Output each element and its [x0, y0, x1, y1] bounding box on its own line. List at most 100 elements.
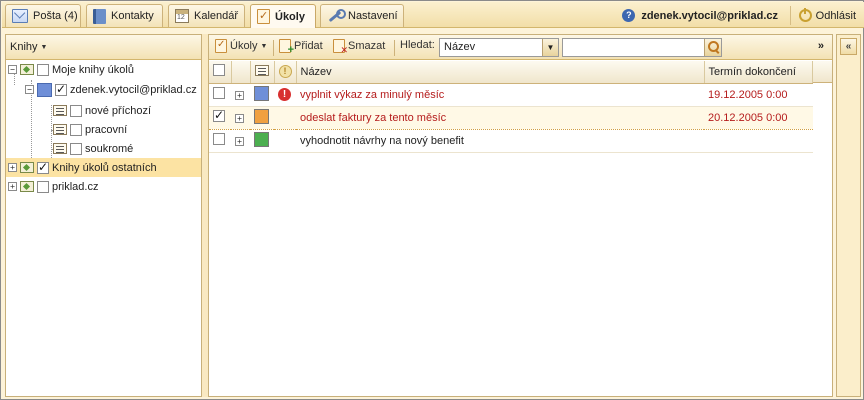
search-label: Hledat:: [400, 39, 435, 51]
tab-contacts-label: Kontakty: [111, 10, 154, 22]
select-all-header[interactable]: [209, 61, 232, 84]
task-due: [704, 129, 813, 153]
tab-settings[interactable]: Nastavení: [320, 4, 404, 27]
divider: [273, 40, 274, 56]
task-list-icon: [53, 124, 67, 135]
tasks-icon: [257, 9, 270, 24]
tree-checkbox[interactable]: [70, 142, 82, 155]
tree-item-label: Knihy úkolů ostatních: [52, 161, 157, 174]
color-swatch: [254, 131, 269, 147]
expand-icon[interactable]: +: [8, 182, 17, 191]
tree-item[interactable]: + priklad.cz: [8, 177, 201, 196]
tree-checkbox[interactable]: [70, 123, 82, 136]
chevron-down-icon: ▼: [260, 42, 268, 50]
row-color-cell: [250, 129, 274, 153]
tree-checkbox[interactable]: [37, 180, 49, 193]
logout-label: Odhlásit: [815, 9, 856, 22]
row-checkbox[interactable]: [213, 87, 225, 99]
task-name[interactable]: vyhodnotit návrhy na nový benefit: [296, 129, 704, 153]
priority-icon: !: [278, 65, 292, 79]
books-menu-label: Knihy: [10, 41, 38, 53]
toolbar-overflow-button[interactable]: »: [818, 40, 824, 52]
collapse-icon[interactable]: −: [25, 85, 34, 94]
row-expand-cell[interactable]: +: [231, 105, 250, 130]
collapse-icon[interactable]: −: [8, 65, 17, 74]
tree-item[interactable]: − Moje knihy úkolů: [8, 60, 201, 79]
delete-task-label: Smazat: [348, 40, 386, 52]
search-input[interactable]: [562, 38, 722, 57]
tasks-menu-label: Úkoly: [230, 40, 258, 52]
row-priority-cell: [274, 105, 296, 130]
tree-item[interactable]: soukromé: [53, 139, 201, 158]
select-all-checkbox[interactable]: [213, 64, 225, 77]
task-list-icon: [254, 64, 269, 76]
tree-item[interactable]: − zdenek.vytocil@priklad.cz: [25, 80, 201, 99]
add-task-button[interactable]: Přidat: [279, 39, 323, 56]
tasks-icon: [215, 39, 227, 53]
column-header-name[interactable]: Název: [296, 61, 705, 84]
expand-icon[interactable]: +: [235, 113, 244, 123]
tab-calendar-label: Kalendář: [194, 10, 239, 22]
row-checkbox-cell[interactable]: [209, 83, 231, 107]
tab-tasks[interactable]: Úkoly: [250, 4, 316, 28]
tab-contacts[interactable]: Kontakty: [86, 4, 163, 27]
table-header-row: ! Název Termín dokončení: [209, 61, 813, 84]
expand-panel-button[interactable]: «: [840, 38, 857, 55]
priority-header[interactable]: !: [274, 61, 297, 84]
column-header-due[interactable]: Termín dokončení: [704, 61, 813, 84]
color-swatch: [254, 108, 269, 124]
divider: [790, 6, 791, 25]
delete-task-icon: [333, 39, 348, 56]
row-expand-cell[interactable]: +: [231, 83, 250, 107]
search-icon[interactable]: [704, 39, 721, 56]
tree-item[interactable]: nové příchozí: [53, 101, 201, 120]
task-name[interactable]: odeslat faktury za tento měsíc: [296, 105, 704, 130]
task-list-icon: [53, 105, 67, 116]
tab-mail[interactable]: Pošta (4): [5, 4, 81, 27]
logout-button[interactable]: Odhlásit: [798, 8, 856, 22]
books-menu[interactable]: Knihy ▼: [6, 35, 201, 60]
tree-item-selected[interactable]: + Knihy úkolů ostatních: [6, 158, 201, 177]
row-expand-cell[interactable]: +: [231, 129, 250, 153]
scrollbar-header: [813, 61, 832, 83]
row-priority-cell: [274, 129, 296, 153]
tree-item-label: zdenek.vytocil@priklad.cz: [70, 83, 197, 96]
chevron-down-icon[interactable]: ▼: [542, 39, 558, 56]
task-book-icon: [20, 181, 34, 192]
task-name[interactable]: vyplnit výkaz za minulý měsíc: [296, 83, 704, 107]
table-row[interactable]: + ! vyplnit výkaz za minulý měsíc 19.12.…: [209, 83, 813, 107]
table-row[interactable]: + vyhodnotit návrhy na nový benefit: [209, 129, 813, 153]
row-checkbox[interactable]: [213, 108, 225, 122]
expand-icon[interactable]: +: [235, 136, 244, 146]
tab-calendar[interactable]: Kalendář: [168, 4, 245, 27]
row-color-cell: [250, 105, 274, 130]
row-priority-cell: !: [274, 83, 296, 107]
tree-checkbox[interactable]: [37, 63, 49, 76]
user-info: ? zdenek.vytocil@priklad.cz: [622, 9, 778, 22]
tree-item-label: soukromé: [85, 142, 134, 155]
tree-checkbox[interactable]: [70, 104, 82, 117]
tree-checkbox[interactable]: [55, 82, 67, 96]
tree-item[interactable]: pracovní: [53, 120, 201, 139]
mail-icon: [12, 9, 28, 23]
row-checkbox[interactable]: [213, 133, 225, 145]
expand-header: [231, 61, 251, 84]
expand-icon[interactable]: +: [8, 163, 17, 172]
expand-panel-label: «: [845, 41, 852, 52]
help-icon[interactable]: ?: [622, 9, 636, 22]
delete-task-button[interactable]: Smazat: [333, 39, 386, 56]
book-header: [250, 61, 275, 84]
toolbar-overflow-label: »: [817, 40, 824, 52]
power-icon: [798, 8, 812, 22]
tasks-menu-button[interactable]: Úkoly ▼: [215, 39, 267, 53]
row-checkbox-cell[interactable]: [209, 105, 231, 130]
divider: [394, 40, 395, 56]
tree-item-label: priklad.cz: [52, 180, 99, 193]
row-checkbox-cell[interactable]: [209, 129, 231, 153]
search-field-select[interactable]: Název ▼: [439, 38, 559, 57]
task-due: 20.12.2005 0:00: [704, 105, 813, 130]
table-row-highlighted[interactable]: + odeslat faktury za tento měsíc 20.12.2…: [209, 105, 813, 130]
tree-checkbox[interactable]: [37, 160, 49, 174]
expand-icon[interactable]: +: [235, 90, 244, 100]
search-field-value: Název: [444, 41, 476, 53]
